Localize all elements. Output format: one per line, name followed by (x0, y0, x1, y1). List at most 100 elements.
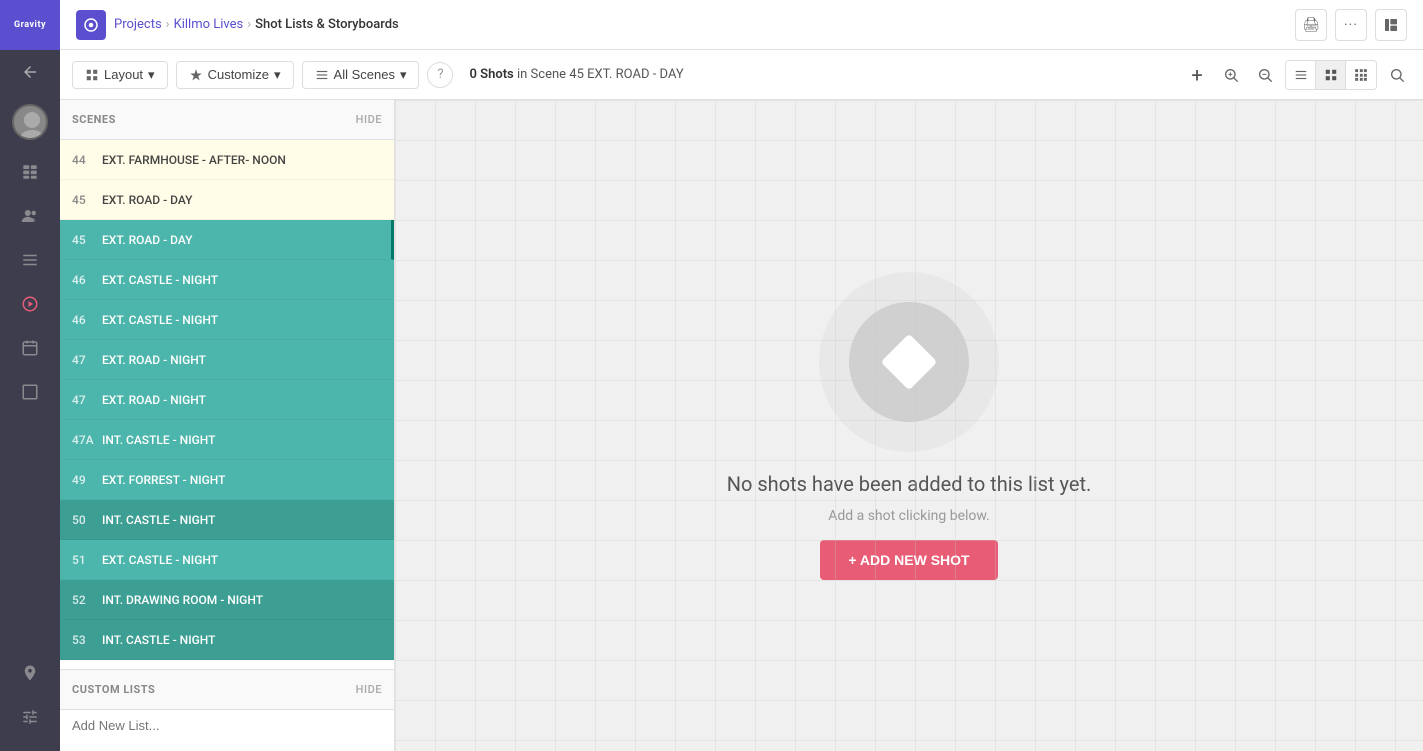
scene-title: EXT. CASTLE - NIGHT (102, 273, 218, 287)
scenes-list: 44EXT. FARMHOUSE - AFTER- NOON45EXT. ROA… (60, 140, 394, 669)
nav-settings-icon[interactable] (10, 697, 50, 737)
scene-item[interactable]: 45EXT. ROAD - DAY (60, 220, 394, 260)
scene-item[interactable]: 51EXT. CASTLE - NIGHT (60, 540, 394, 580)
all-scenes-chevron: ▾ (400, 67, 407, 83)
main-content: Projects › Killmo Lives › Shot Lists & S… (60, 0, 1423, 751)
scene-num: 45 (72, 233, 102, 247)
scene-title: EXT. CASTLE - NIGHT (102, 553, 218, 567)
toolbar-right: + (1183, 60, 1411, 90)
gravity-logo (76, 10, 106, 40)
view-toggle (1285, 60, 1377, 90)
search-button[interactable] (1383, 61, 1411, 89)
custom-lists-title: CUSTOM LISTS (72, 683, 155, 696)
empty-icon-inner (849, 302, 969, 422)
scene-item[interactable]: 52INT. DRAWING ROOM - NIGHT (60, 580, 394, 620)
breadcrumb: Projects › Killmo Lives › Shot Lists & S… (114, 17, 399, 32)
breadcrumb-projects[interactable]: Projects (114, 17, 162, 32)
toolbar: Layout ▾ Customize ▾ All Scenes ▾ ? 0 Sh… (60, 50, 1423, 100)
scene-title: EXT. ROAD - NIGHT (102, 353, 206, 367)
scenes-panel: SCENES HIDE 44EXT. FARMHOUSE - AFTER- NO… (60, 100, 395, 751)
breadcrumb-sep-1: › (166, 17, 170, 32)
scene-item[interactable]: 47EXT. ROAD - NIGHT (60, 340, 394, 380)
empty-state: No shots have been added to this list ye… (727, 272, 1092, 580)
scene-num: 50 (72, 513, 102, 527)
scene-title: EXT. ROAD - DAY (102, 193, 192, 207)
custom-lists-panel: CUSTOM LISTS HIDE (60, 669, 394, 751)
scene-num: 44 (72, 153, 102, 167)
scene-item[interactable]: 47AINT. CASTLE - NIGHT (60, 420, 394, 460)
zoom-out-button[interactable] (1251, 61, 1279, 89)
top-bar-right: 🖨 ··· (1295, 9, 1407, 41)
add-list-input[interactable] (60, 710, 394, 741)
scene-title: INT. CASTLE - NIGHT (102, 433, 215, 447)
nav-frame-icon[interactable] (10, 372, 50, 412)
customize-chevron: ▾ (274, 67, 281, 83)
scene-title: INT. DRAWING ROOM - NIGHT (102, 593, 263, 607)
breadcrumb-sep-2: › (247, 17, 251, 32)
print-button[interactable]: 🖨 (1295, 9, 1327, 41)
scene-item[interactable]: 47EXT. ROAD - NIGHT (60, 380, 394, 420)
scene-title: INT. CASTLE - NIGHT (102, 633, 215, 647)
empty-subtitle: Add a shot clicking below. (828, 508, 990, 524)
scene-item[interactable]: 50INT. CASTLE - NIGHT (60, 500, 394, 540)
shots-info: 0 Shots in Scene 45 EXT. ROAD - DAY (469, 67, 683, 82)
scenes-header: SCENES HIDE (60, 100, 394, 140)
nav-list-icon[interactable] (10, 240, 50, 280)
scene-item[interactable]: 45EXT. ROAD - DAY (60, 180, 394, 220)
panel-button[interactable] (1375, 9, 1407, 41)
scene-num: 47 (72, 393, 102, 407)
scene-num: 46 (72, 313, 102, 327)
scene-num: 45 (72, 193, 102, 207)
scene-num: 53 (72, 633, 102, 647)
empty-icon-diamond (881, 333, 938, 390)
scene-num: 49 (72, 473, 102, 487)
shots-count: 0 Shots (469, 67, 513, 82)
all-scenes-button[interactable]: All Scenes ▾ (302, 61, 420, 89)
layout-button[interactable]: Layout ▾ (72, 61, 168, 89)
add-new-shot-button[interactable]: + ADD NEW SHOT (820, 540, 997, 580)
scene-title: EXT. FARMHOUSE - AFTER- NOON (102, 153, 286, 167)
scene-num: 52 (72, 593, 102, 607)
content-area: No shots have been added to this list ye… (395, 100, 1423, 751)
nav-boards-icon[interactable] (10, 152, 50, 192)
nav-users-icon[interactable] (10, 196, 50, 236)
scene-title: EXT. FORREST - NIGHT (102, 473, 225, 487)
scene-num: 47A (72, 433, 102, 447)
scene-item[interactable]: 46EXT. CASTLE - NIGHT (60, 300, 394, 340)
add-shot-toolbar-button[interactable]: + (1183, 61, 1211, 89)
list-view-button[interactable] (1286, 61, 1316, 89)
scene-title: EXT. CASTLE - NIGHT (102, 313, 218, 327)
nav-location-icon[interactable] (10, 653, 50, 693)
scene-item[interactable]: 44EXT. FARMHOUSE - AFTER- NOON (60, 140, 394, 180)
custom-lists-header: CUSTOM LISTS HIDE (60, 670, 394, 710)
customize-button[interactable]: Customize ▾ (176, 61, 294, 89)
grid3-view-button[interactable] (1346, 61, 1376, 89)
custom-lists-hide-button[interactable]: HIDE (356, 683, 382, 696)
scene-num: 46 (72, 273, 102, 287)
grid-view-button[interactable] (1316, 61, 1346, 89)
all-scenes-label: All Scenes (334, 67, 395, 82)
zoom-in-button[interactable] (1217, 61, 1245, 89)
scene-item[interactable]: 49EXT. FORREST - NIGHT (60, 460, 394, 500)
scene-title: INT. CASTLE - NIGHT (102, 513, 215, 527)
scene-num: 47 (72, 353, 102, 367)
breadcrumb-current: Shot Lists & Storyboards (255, 17, 399, 32)
customize-label: Customize (208, 67, 269, 82)
body-area: SCENES HIDE 44EXT. FARMHOUSE - AFTER- NO… (60, 100, 1423, 751)
left-nav: Gravity (0, 0, 60, 751)
nav-back-icon[interactable] (10, 52, 50, 92)
avatar[interactable] (12, 104, 48, 140)
scenes-hide-button[interactable]: HIDE (356, 113, 382, 126)
breadcrumb-project[interactable]: Killmo Lives (174, 17, 244, 32)
scene-title: EXT. ROAD - DAY (102, 233, 192, 247)
top-bar: Projects › Killmo Lives › Shot Lists & S… (60, 0, 1423, 50)
scene-item[interactable]: 46EXT. CASTLE - NIGHT (60, 260, 394, 300)
nav-calendar-icon[interactable] (10, 328, 50, 368)
more-button[interactable]: ··· (1335, 9, 1367, 41)
shots-context: in Scene 45 EXT. ROAD - DAY (517, 67, 684, 82)
help-button[interactable]: ? (427, 62, 453, 88)
layout-chevron: ▾ (148, 67, 155, 83)
nav-shot-list-icon[interactable] (10, 284, 50, 324)
empty-title: No shots have been added to this list ye… (727, 472, 1092, 496)
scene-item[interactable]: 53INT. CASTLE - NIGHT (60, 620, 394, 660)
